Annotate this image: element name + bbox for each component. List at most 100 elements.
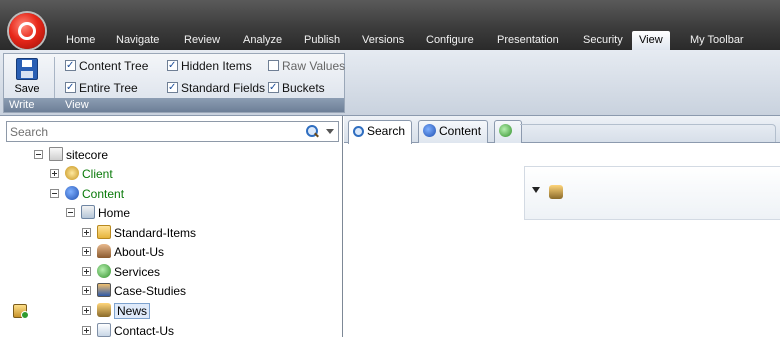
tab-strip-border <box>520 124 776 142</box>
tree-node-standard-items[interactable]: Standard-Items <box>82 224 196 242</box>
ribbon-tab-bar: Home Navigate Review Analyze Publish Ver… <box>0 0 780 50</box>
search-icon <box>353 126 364 137</box>
tab-label: Content <box>439 124 482 138</box>
group-label-row: Write View <box>4 98 344 112</box>
chevron-down-icon[interactable] <box>532 187 540 193</box>
tab-my-toolbar[interactable]: My Toolbar <box>683 31 751 50</box>
checkbox-checked-icon <box>268 80 279 95</box>
checkbox-standard-fields[interactable]: Standard Fields <box>167 80 266 96</box>
tree-node-label: Content <box>82 187 125 201</box>
checkbox-checked-icon <box>65 80 76 95</box>
globe-icon <box>97 264 111 278</box>
checkbox-label: Hidden Items <box>181 59 252 73</box>
checkbox-checked-icon <box>167 80 178 95</box>
collapse-icon[interactable] <box>34 150 43 159</box>
save-label: Save <box>14 83 40 95</box>
tab-label: Search <box>367 124 406 138</box>
content-icon <box>423 124 436 137</box>
tab-versions[interactable]: Versions <box>355 31 411 50</box>
add-tab-button[interactable] <box>494 120 522 143</box>
tree-node-content[interactable]: Content <box>50 185 124 203</box>
checkbox-label: Raw Values <box>282 59 346 73</box>
checkbox-raw-values[interactable]: Raw Values <box>268 59 345 74</box>
write-group-label: Write <box>9 99 35 111</box>
tree-node-label: Contact-Us <box>114 324 175 337</box>
tab-home[interactable]: Home <box>59 31 102 50</box>
save-icon <box>16 58 38 80</box>
tree-node-label: Home <box>98 206 131 220</box>
checkbox-label: Content Tree <box>79 59 149 73</box>
tab-analyze[interactable]: Analyze <box>236 31 289 50</box>
expand-icon[interactable] <box>82 306 91 315</box>
collapse-icon[interactable] <box>50 189 59 198</box>
ribbon-group: Save Content Tree Hidden Items Raw Value… <box>3 53 345 113</box>
expand-icon[interactable] <box>82 267 91 276</box>
search-icon[interactable] <box>306 125 318 137</box>
news-icon <box>549 185 563 199</box>
group-divider <box>54 57 55 99</box>
tree-node-services[interactable]: Services <box>82 263 160 281</box>
add-tab-icon <box>499 124 512 137</box>
item-header <box>524 166 780 220</box>
client-icon <box>65 166 79 180</box>
checkbox-label: Entire Tree <box>79 81 138 95</box>
tab-content[interactable]: Content <box>418 120 489 143</box>
tab-publish[interactable]: Publish <box>297 31 347 50</box>
checkbox-label: Standard Fields <box>181 81 266 95</box>
view-group-label: View <box>65 99 89 111</box>
tree-node-home[interactable]: Home <box>66 204 130 222</box>
tree-node-label: Services <box>114 265 161 279</box>
content-tree-panel: sitecore Client Content Home Standard-It… <box>0 116 343 337</box>
expand-icon[interactable] <box>82 228 91 237</box>
editor-panel: Search Content <box>344 116 780 337</box>
expand-icon[interactable] <box>82 326 91 335</box>
tab-configure[interactable]: Configure <box>419 31 481 50</box>
tab-presentation[interactable]: Presentation <box>490 31 566 50</box>
checkbox-hidden-items[interactable]: Hidden Items <box>167 58 252 74</box>
tree-node-label: About-Us <box>114 245 165 259</box>
book-icon <box>97 283 111 297</box>
tree-node-label: Standard-Items <box>114 226 197 240</box>
tree-node-label: News <box>114 303 151 319</box>
tree-node-case-studies[interactable]: Case-Studies <box>82 282 186 300</box>
tree-node-sitecore[interactable]: sitecore <box>34 146 108 164</box>
save-button[interactable]: Save <box>7 56 47 98</box>
app-logo-icon[interactable] <box>9 13 45 49</box>
tab-security[interactable]: Security <box>576 31 630 50</box>
tab-review[interactable]: Review <box>177 31 227 50</box>
ribbon-panel: Save Content Tree Hidden Items Raw Value… <box>0 50 780 116</box>
checkbox-checked-icon <box>65 58 76 73</box>
expand-icon[interactable] <box>82 286 91 295</box>
tab-search[interactable]: Search <box>348 120 413 144</box>
news-icon <box>97 303 111 317</box>
checkbox-checked-icon <box>167 58 178 73</box>
editor-tab-strip: Search Content <box>344 116 780 144</box>
checkbox-buckets[interactable]: Buckets <box>268 80 325 96</box>
home-icon <box>81 205 95 219</box>
tree-node-news[interactable]: News <box>82 302 151 320</box>
content-icon <box>65 186 79 200</box>
contact-icon <box>97 323 111 337</box>
checkbox-content-tree[interactable]: Content Tree <box>65 58 149 74</box>
tree-node-label: Case-Studies <box>114 284 187 298</box>
tree-node-label: sitecore <box>66 148 109 162</box>
tree-node-about-us[interactable]: About-Us <box>82 243 164 261</box>
person-icon <box>97 244 111 258</box>
checkbox-label: Buckets <box>282 81 325 95</box>
tree-node-label: Client <box>82 167 113 181</box>
collapse-icon[interactable] <box>66 208 75 217</box>
tab-view[interactable]: View <box>632 31 670 50</box>
tab-navigate[interactable]: Navigate <box>109 31 166 50</box>
search-input[interactable] <box>7 122 297 141</box>
checkbox-unchecked-icon <box>268 60 279 71</box>
checkbox-entire-tree[interactable]: Entire Tree <box>65 80 138 96</box>
expand-icon[interactable] <box>50 169 59 178</box>
page-icon <box>49 147 63 161</box>
tree-node-contact-us[interactable]: Contact-Us <box>82 322 174 337</box>
gutter-item-icon[interactable] <box>13 304 29 319</box>
tree-search-box <box>6 121 339 142</box>
folder-icon <box>97 225 111 239</box>
chevron-down-icon[interactable] <box>326 129 334 134</box>
expand-icon[interactable] <box>82 247 91 256</box>
tree-node-client[interactable]: Client <box>50 165 113 183</box>
